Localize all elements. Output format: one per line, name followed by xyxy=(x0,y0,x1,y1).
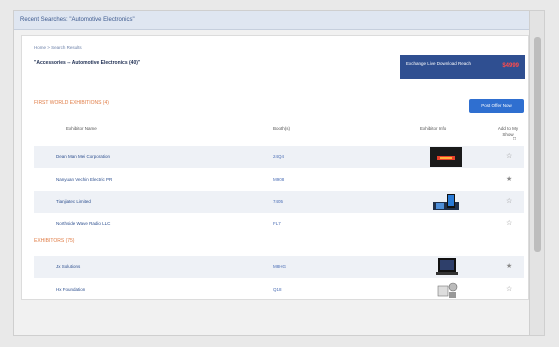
booth-link[interactable]: M8HG xyxy=(273,264,286,269)
fireplace-thumbnail[interactable] xyxy=(430,147,462,167)
scrollbar-track[interactable] xyxy=(529,11,544,335)
column-header-exhibitor-info: Exhibitor Info xyxy=(420,126,447,131)
add-to-show-icon[interactable]: ★ xyxy=(506,175,512,183)
table-row[interactable]: Nanyuan Vechin Electric PR M908 ★ xyxy=(34,169,524,191)
column-header-exhibitor[interactable]: Exhibitor Name xyxy=(66,126,97,131)
add-show-icon: □ xyxy=(513,136,517,142)
exhibitor-name-link[interactable]: Dean Man Mei Corporation xyxy=(56,154,110,159)
exhibitor-name-link[interactable]: Tianjiatec Limited xyxy=(56,199,91,204)
table-row[interactable]: Tianjiatec Limited 7405 ☆ xyxy=(34,191,524,213)
exhibitor-name-link[interactable]: Jx Solutions xyxy=(56,264,80,269)
add-to-show-icon[interactable]: ★ xyxy=(506,262,512,270)
devices-thumbnail[interactable] xyxy=(430,192,462,212)
booth-link[interactable]: Q18 xyxy=(273,287,282,292)
scrollbar-thumb[interactable] xyxy=(534,37,541,252)
add-to-show-icon[interactable]: ☆ xyxy=(506,219,512,227)
category-title: "Accessories -- Automotive Electronics (… xyxy=(34,60,141,66)
add-to-show-icon[interactable]: ☆ xyxy=(506,152,512,160)
exhibitor-name-link[interactable]: Northside Wave Radio LLC xyxy=(56,221,110,226)
promo-banner[interactable]: Exchange Live Download Reach $4999 xyxy=(400,55,525,79)
post-offer-button[interactable]: Post Offer Now xyxy=(469,99,524,113)
add-to-show-icon[interactable]: ☆ xyxy=(506,197,512,205)
add-to-show-icon[interactable]: ☆ xyxy=(506,285,512,293)
browser-frame: Recent Searches: "Automotive Electronics… xyxy=(13,10,545,336)
gadgets-thumbnail[interactable] xyxy=(430,280,462,300)
table-row[interactable]: Hx Foundation Q18 ☆ xyxy=(34,279,524,300)
results-page: Home > Search Results "Accessories -- Au… xyxy=(21,35,529,300)
column-header-booth[interactable]: Booth(s) xyxy=(273,126,290,131)
booth-link[interactable]: 24Q4 xyxy=(273,154,284,159)
banner-price: $4999 xyxy=(502,63,519,69)
exhibitor-name-link[interactable]: Hx Foundation xyxy=(56,287,85,292)
booth-link[interactable]: FL7 xyxy=(273,221,281,226)
column-header-add: Add to My Show xyxy=(497,126,519,137)
table-row[interactable]: Jx Solutions M8HG ★ xyxy=(34,256,524,278)
exhibitor-name-link[interactable]: Nanyuan Vechin Electric PR xyxy=(56,177,112,182)
table-row[interactable]: Northside Wave Radio LLC FL7 ☆ xyxy=(34,213,524,235)
section-heading-featured: FIRST WORLD EXHIBITIONS (4) xyxy=(34,100,109,106)
breadcrumb[interactable]: Home > Search Results xyxy=(34,45,82,50)
laptop-thumbnail[interactable] xyxy=(430,257,462,277)
booth-link[interactable]: 7405 xyxy=(273,199,283,204)
search-bar[interactable]: Recent Searches: "Automotive Electronics… xyxy=(14,11,530,30)
booth-link[interactable]: M908 xyxy=(273,177,284,182)
table-row[interactable]: Dean Man Mei Corporation 24Q4 ☆ xyxy=(34,146,524,168)
section-heading-exhibitors: EXHIBITORS (75) xyxy=(34,238,75,244)
banner-text: Exchange Live Download Reach xyxy=(406,61,472,66)
search-bar-text: Recent Searches: "Automotive Electronics… xyxy=(20,17,135,23)
